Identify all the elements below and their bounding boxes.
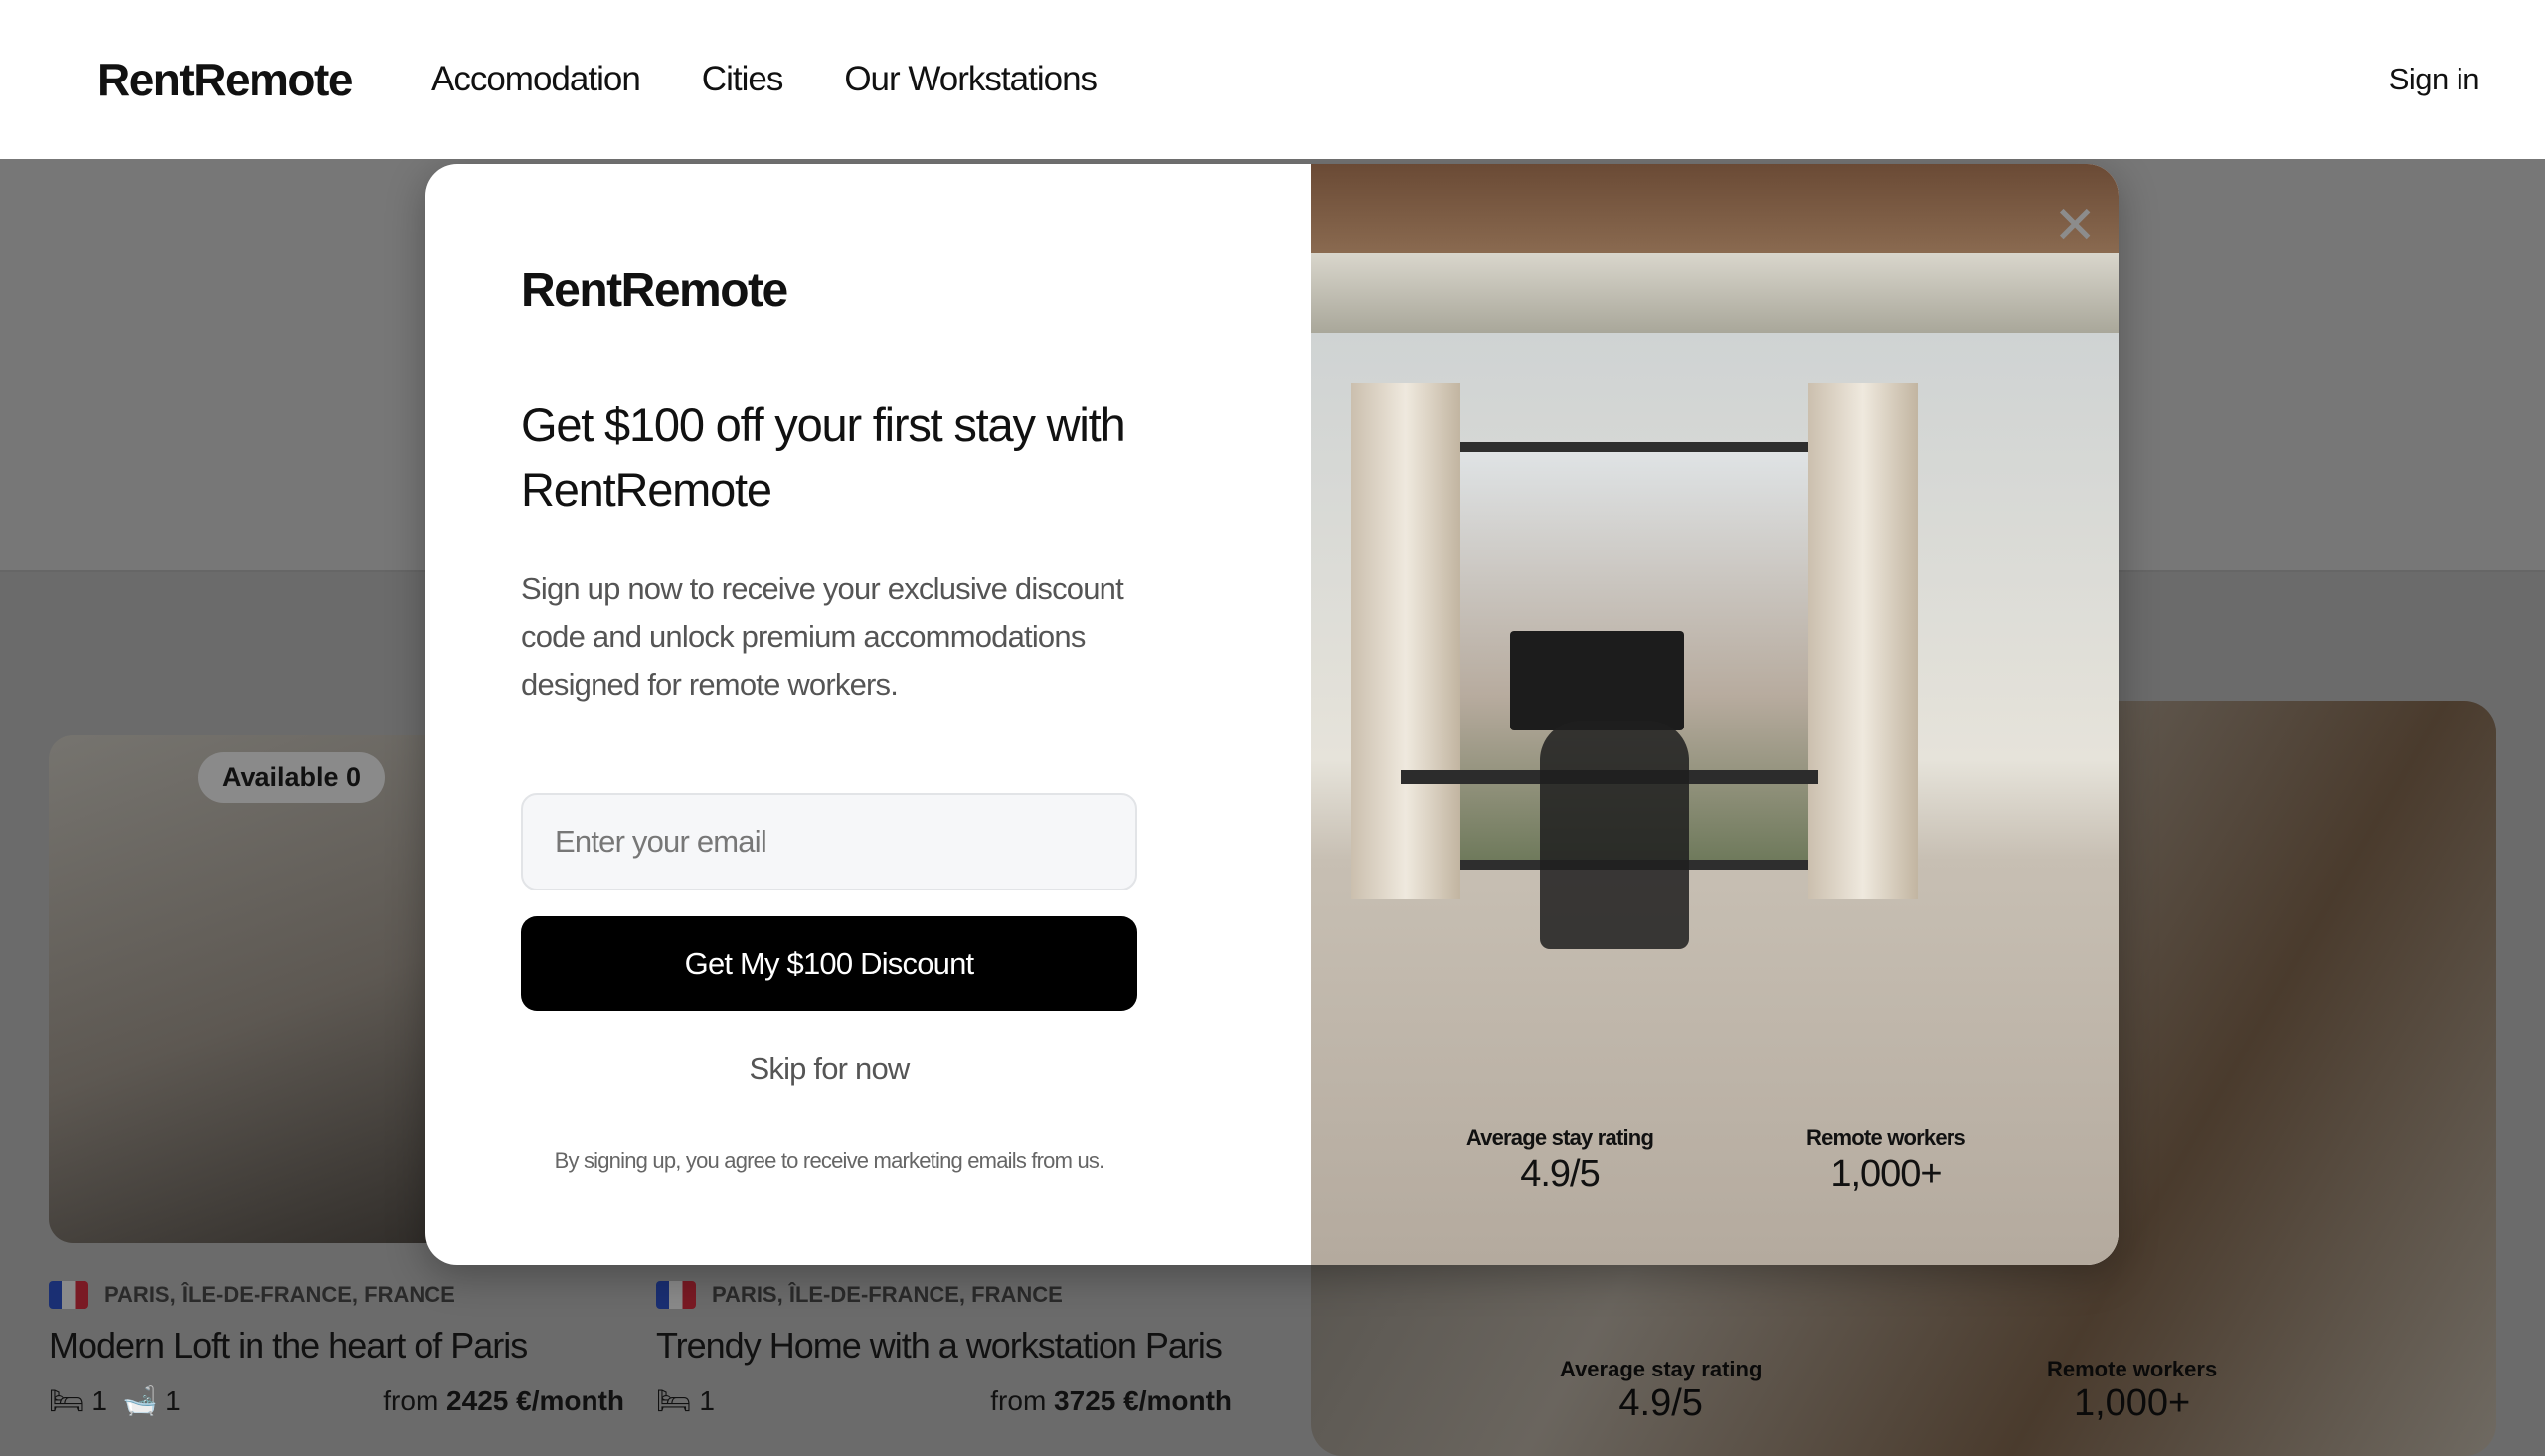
stat-value: 1,000+ xyxy=(1830,1153,1942,1195)
listing-price: 3725 €/month xyxy=(1054,1384,1232,1416)
logo[interactable]: RentRemote xyxy=(97,53,353,106)
stat-label: Average stay rating xyxy=(1560,1357,1763,1381)
curtain-shape xyxy=(1808,383,1918,899)
listing-price: 2425 €/month xyxy=(446,1384,624,1416)
main-nav: Accomodation Cities Our Workstations xyxy=(431,60,1098,99)
bed-icon: 🛏 xyxy=(49,1385,85,1416)
listing-location: PARIS, ÎLE-DE-FRANCE, FRANCE xyxy=(104,1282,455,1307)
close-icon[interactable]: ✕ xyxy=(2053,200,2097,251)
modal-logo: RentRemote xyxy=(521,264,788,317)
modal-form-panel: RentRemote Get $100 off your first stay … xyxy=(425,164,1311,1265)
modal-heading: Get $100 off your first stay with RentRe… xyxy=(521,399,1126,516)
stat-rating: Average stay rating 4.9/5 xyxy=(1560,1357,1762,1425)
stat-label: Remote workers xyxy=(2047,1357,2218,1381)
bed-icon: 🛏 xyxy=(656,1385,692,1416)
stat-value: 4.9/5 xyxy=(1618,1382,1703,1424)
nav-our-workstations[interactable]: Our Workstations xyxy=(844,60,1098,99)
stat-rating: Average stay rating 4.9/5 xyxy=(1411,1125,1709,1196)
availability-badge: Available 0 xyxy=(198,752,386,803)
sign-in-link[interactable]: Sign in xyxy=(2389,62,2480,97)
france-flag-icon xyxy=(656,1281,696,1309)
price-prefix: from xyxy=(383,1384,439,1416)
listing-title[interactable]: Trendy Home with a workstation Paris xyxy=(656,1325,1232,1367)
get-discount-button[interactable]: Get My $100 Discount xyxy=(521,916,1137,1011)
stat-value: 1,000+ xyxy=(2073,1382,2191,1424)
monitor-shape xyxy=(1510,631,1684,730)
stat-workers: Remote workers 1,000+ xyxy=(1737,1125,2035,1196)
disclaimer-text: By signing up, you agree to receive mark… xyxy=(554,1148,1105,1173)
chair-shape xyxy=(1540,721,1689,949)
bath-icon: 🛁 xyxy=(122,1385,158,1416)
nav-accomodation[interactable]: Accomodation xyxy=(431,60,641,99)
stat-value: 4.9/5 xyxy=(1520,1153,1601,1195)
listing-location: PARIS, ÎLE-DE-FRANCE, FRANCE xyxy=(712,1282,1063,1307)
modal-image: ✕ Average stay rating 4.9/5 Remote worker… xyxy=(1311,164,2119,1265)
stat-label: Average stay rating xyxy=(1465,1125,1654,1150)
nav-cities[interactable]: Cities xyxy=(702,60,784,99)
email-input[interactable] xyxy=(521,793,1137,890)
site-header: RentRemote Accomodation Cities Our Works… xyxy=(0,0,2545,159)
stat-label: Remote workers xyxy=(1806,1125,1966,1150)
skip-button[interactable]: Skip for now xyxy=(521,1052,1137,1087)
signup-modal: RentRemote Get $100 off your first stay … xyxy=(425,164,2119,1265)
modal-description: Sign up now to receive your exclusive di… xyxy=(521,571,1124,702)
listing-title[interactable]: Modern Loft in the heart of Paris xyxy=(49,1325,624,1367)
beds-count: 1 xyxy=(91,1385,107,1416)
france-flag-icon xyxy=(49,1281,88,1309)
baths-count: 1 xyxy=(165,1385,181,1416)
price-prefix: from xyxy=(990,1384,1047,1416)
beds-count: 1 xyxy=(699,1385,715,1416)
stat-workers: Remote workers 1,000+ xyxy=(2047,1357,2217,1425)
curtain-shape xyxy=(1351,383,1460,899)
